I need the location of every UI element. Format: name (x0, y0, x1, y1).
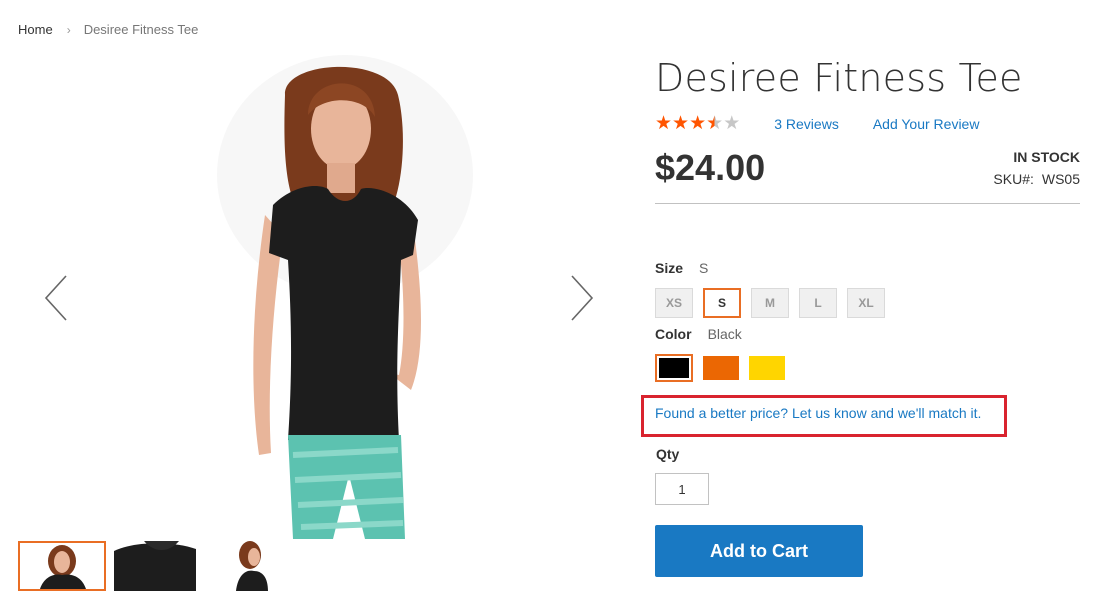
color-swatch-orange[interactable] (703, 356, 739, 380)
qty-label: Qty (656, 446, 680, 462)
price-match-link[interactable]: Found a better price? Let us know and we… (655, 405, 981, 421)
add-to-cart-button[interactable]: Add to Cart (655, 525, 863, 577)
page-title: Desiree Fitness Tee (655, 56, 1023, 100)
star-half-icon: ★ (706, 113, 724, 134)
size-swatch-xs[interactable]: XS (655, 288, 693, 318)
chevron-right-icon[interactable] (566, 273, 596, 323)
size-option: Size S XS S M L XL (655, 260, 1080, 318)
size-label: Size (655, 260, 684, 276)
product-price: $24.00 (655, 147, 766, 188)
reviews-link[interactable]: 3 Reviews (774, 116, 839, 132)
size-swatch-l[interactable]: L (799, 288, 837, 318)
size-swatch-xl[interactable]: XL (847, 288, 885, 318)
breadcrumb-current: Desiree Fitness Tee (83, 22, 199, 37)
color-swatches (655, 354, 1080, 382)
product-gallery (18, 55, 618, 591)
thumbnail-1[interactable] (18, 541, 106, 591)
thumbnail-3[interactable] (210, 541, 298, 591)
color-selected-value: Black (707, 326, 742, 342)
star-icon: ★ (689, 113, 707, 134)
star-icon: ★ (655, 113, 673, 134)
add-review-link[interactable]: Add Your Review (873, 116, 980, 132)
star-icon: ★ (723, 113, 741, 134)
size-swatches: XS S M L XL (655, 288, 1080, 318)
size-swatch-m[interactable]: M (751, 288, 789, 318)
color-swatch-yellow[interactable] (749, 356, 785, 380)
color-label: Color (655, 326, 692, 342)
reviews-summary: ★ ★ ★ ★ ★ 3 Reviews Add Your Review (655, 113, 1080, 134)
color-swatch-black[interactable] (655, 354, 693, 382)
sku-info: SKU#: WS05 (993, 171, 1080, 187)
chevron-right-icon: › (66, 22, 71, 37)
breadcrumb: Home › Desiree Fitness Tee (18, 22, 198, 37)
divider (655, 203, 1080, 204)
thumbnail-2[interactable] (114, 541, 202, 591)
price-box: $24.00 IN STOCK SKU#: WS05 (655, 147, 1080, 201)
product-info: Desiree Fitness Tee ★ ★ ★ ★ ★ 3 Reviews … (655, 55, 1080, 382)
size-swatch-s[interactable]: S (703, 288, 741, 318)
stock-status: IN STOCK (1013, 149, 1080, 165)
size-selected-value: S (699, 260, 709, 276)
qty-input[interactable] (655, 473, 709, 505)
color-option: Color Black (655, 326, 1080, 382)
rating-stars: ★ ★ ★ ★ ★ (655, 113, 741, 134)
thumbnail-strip (18, 541, 298, 591)
sku-value: WS05 (1041, 171, 1080, 187)
star-icon: ★ (672, 113, 690, 134)
breadcrumb-home-link[interactable]: Home (18, 22, 53, 37)
chevron-left-icon[interactable] (42, 273, 72, 323)
product-main-image[interactable] (213, 55, 478, 539)
sku-label: SKU#: (993, 171, 1034, 187)
